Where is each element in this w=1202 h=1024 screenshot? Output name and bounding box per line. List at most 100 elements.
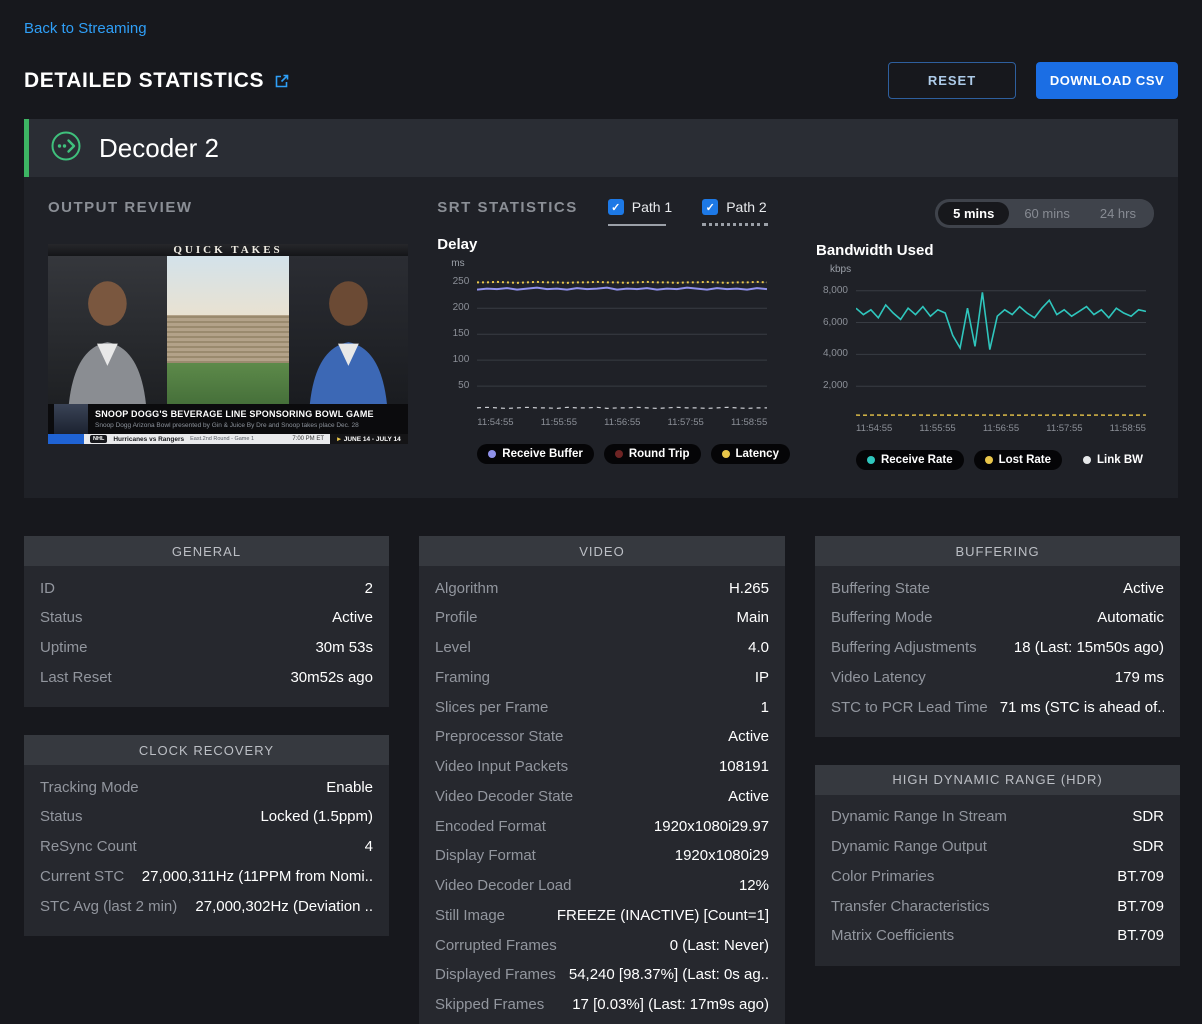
- stat-value: IP: [755, 669, 769, 686]
- stat-value: Active: [728, 728, 769, 745]
- path2-line-style: [702, 223, 768, 226]
- path2-checkbox[interactable]: ✓: [702, 199, 718, 215]
- stat-row: Level 4.0: [435, 634, 769, 664]
- stat-row: Algorithm H.265: [435, 574, 769, 604]
- bandwidth-section: 5 mins 60 mins 24 hrs Bandwidth Used kbp…: [816, 199, 1154, 470]
- stadium-stands: [167, 315, 289, 363]
- legend-lost-rate[interactable]: Lost Rate: [974, 450, 1062, 470]
- delay-chart-unit: ms: [451, 258, 790, 269]
- range-60-mins[interactable]: 60 mins: [1009, 202, 1085, 225]
- stat-value: 0 (Last: Never): [670, 937, 769, 954]
- stat-label: STC to PCR Lead Time: [831, 699, 988, 718]
- y-tick-label: 200: [453, 302, 470, 313]
- decoder-icon: [49, 129, 83, 168]
- stat-value: 1: [761, 699, 769, 716]
- stat-row: Still Image FREEZE (INACTIVE) [Count=1]: [435, 901, 769, 931]
- stat-label: Buffering Mode: [831, 609, 932, 628]
- stat-row: STC Avg (last 2 min) 27,000,302Hz (Devia…: [40, 892, 373, 922]
- external-link-icon[interactable]: [274, 73, 290, 89]
- stat-label: Video Input Packets: [435, 758, 568, 777]
- legend-round-trip[interactable]: Round Trip: [604, 444, 701, 464]
- stat-value: 4: [365, 838, 373, 855]
- stat-label: Video Decoder Load: [435, 877, 572, 896]
- output-preview-video[interactable]: QUICK TAKES: [48, 244, 408, 444]
- stat-label: Dynamic Range Output: [831, 838, 987, 857]
- y-tick-label: 4,000: [823, 348, 848, 359]
- stat-label: Dynamic Range In Stream: [831, 808, 1007, 827]
- stat-label: Skipped Frames: [435, 996, 544, 1015]
- stat-label: Status: [40, 609, 83, 628]
- inset-photo: [54, 404, 88, 434]
- caption-subtext: Snoop Dogg Arizona Bowl presented by Gin…: [95, 422, 374, 429]
- video-frame: [48, 256, 408, 404]
- stat-label: Still Image: [435, 907, 505, 926]
- legend-receive-buffer[interactable]: Receive Buffer: [477, 444, 594, 464]
- ticker-logo: [48, 434, 84, 444]
- stat-label: Level: [435, 639, 471, 658]
- stat-row: Video Latency 179 ms: [831, 663, 1164, 693]
- srt-statistics-heading: SRT STATISTICS: [437, 199, 577, 216]
- stat-row: STC to PCR Lead Time 71 ms (STC is ahead…: [831, 693, 1164, 723]
- stat-label: Video Latency: [831, 669, 926, 688]
- legend-latency[interactable]: Latency: [711, 444, 790, 464]
- stat-label: Encoded Format: [435, 818, 546, 837]
- stat-row: Profile Main: [435, 604, 769, 634]
- stat-row: Corrupted Frames 0 (Last: Never): [435, 931, 769, 961]
- back-to-streaming-link[interactable]: Back to Streaming: [24, 20, 147, 37]
- legend-label: Latency: [736, 448, 779, 460]
- show-banner: QUICK TAKES: [48, 244, 408, 256]
- legend-receive-rate[interactable]: Receive Rate: [856, 450, 964, 470]
- x-tick-label: 11:54:55: [856, 423, 892, 434]
- stat-value: SDR: [1132, 808, 1164, 825]
- delay-chart: Delay ms 50100150200250 11:54:5511:55:55…: [437, 236, 790, 464]
- page-header: Back to Streaming DETAILED STATISTICS RE…: [0, 0, 1202, 99]
- stat-label: ReSync Count: [40, 838, 137, 857]
- stadium-sky: [167, 256, 289, 315]
- legend-dot-icon: [1083, 456, 1091, 464]
- delay-y-axis: 50100150200250: [437, 272, 477, 412]
- stat-value: 179 ms: [1115, 669, 1164, 686]
- stat-row: Dynamic Range In Stream SDR: [831, 803, 1164, 833]
- time-range-toggle: 5 mins 60 mins 24 hrs: [935, 199, 1154, 228]
- stat-label: Video Decoder State: [435, 788, 573, 807]
- legend-label: Receive Buffer: [502, 448, 583, 460]
- stat-label: Slices per Frame: [435, 699, 548, 718]
- lower-third: SNOOP DOGG'S BEVERAGE LINE SPONSORING BO…: [48, 404, 408, 434]
- x-tick-label: 11:58:55: [1110, 423, 1146, 434]
- decoder-header: Decoder 2: [24, 119, 1178, 177]
- stat-value: 12%: [739, 877, 769, 894]
- x-tick-label: 11:56:55: [983, 423, 1019, 434]
- stat-value: FREEZE (INACTIVE) [Count=1]: [557, 907, 769, 924]
- bandwidth-legend: Receive Rate Lost Rate Link BW: [856, 450, 1154, 470]
- reset-button[interactable]: RESET: [888, 62, 1016, 99]
- ticker-promo-text: JUNE 14 - JULY 14: [344, 436, 401, 443]
- legend-dot-icon: [488, 450, 496, 458]
- stat-value: BT.709: [1117, 927, 1164, 944]
- stat-row: Current STC 27,000,311Hz (11PPM from Nom…: [40, 862, 373, 892]
- path1-checkbox[interactable]: ✓: [608, 199, 624, 215]
- legend-dot-icon: [722, 450, 730, 458]
- stat-value: 54,240 [98.37%] (Last: 0s ag..: [569, 966, 769, 983]
- stat-row: ReSync Count 4: [40, 833, 373, 863]
- legend-link-bw[interactable]: Link BW: [1072, 450, 1154, 470]
- y-tick-label: 2,000: [823, 380, 848, 391]
- ticker-detail: East.2nd Round - Game 1: [190, 436, 254, 442]
- ticker-promo: ▸ JUNE 14 - JULY 14: [330, 434, 408, 444]
- range-5-mins[interactable]: 5 mins: [938, 202, 1009, 225]
- stat-row: Last Reset 30m52s ago: [40, 663, 373, 693]
- y-tick-label: 150: [453, 328, 470, 339]
- stat-value: 30m 53s: [315, 639, 373, 656]
- stat-row: Video Decoder Load 12%: [435, 872, 769, 902]
- stat-value: H.265: [729, 580, 769, 597]
- range-24-hrs[interactable]: 24 hrs: [1085, 202, 1151, 225]
- delay-chart-title: Delay: [437, 236, 790, 253]
- stadium-shot: [167, 256, 289, 404]
- legend-label: Lost Rate: [999, 454, 1051, 466]
- legend-dot-icon: [867, 456, 875, 464]
- download-csv-button[interactable]: DOWNLOAD CSV: [1036, 62, 1178, 99]
- y-tick-label: 6,000: [823, 317, 848, 328]
- stat-row: Uptime 30m 53s: [40, 634, 373, 664]
- stadium-field: [167, 363, 289, 405]
- path1-toggle[interactable]: ✓ Path 1: [608, 199, 672, 226]
- path2-toggle[interactable]: ✓ Path 2: [702, 199, 768, 226]
